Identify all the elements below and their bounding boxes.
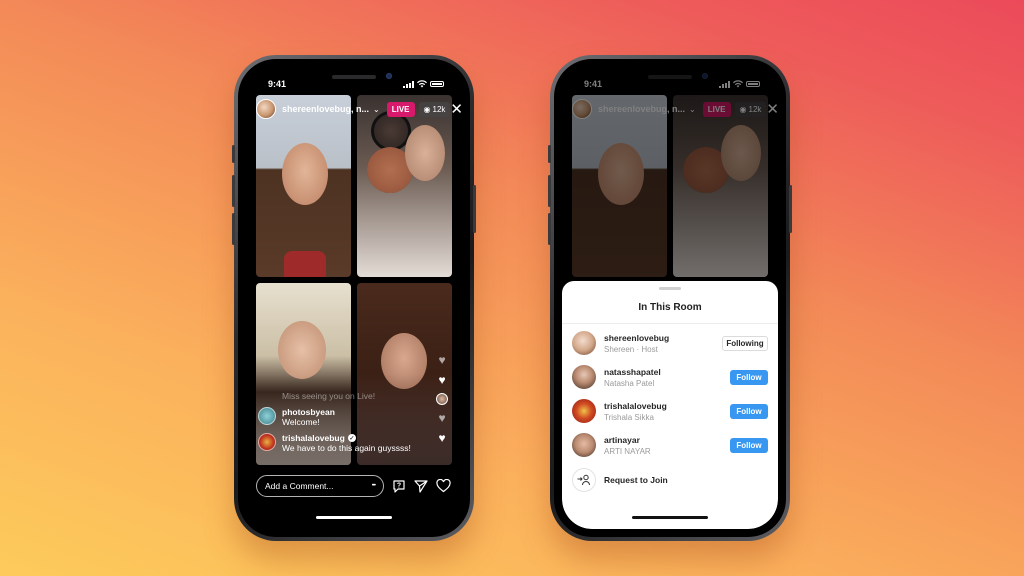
volume-up-button <box>548 175 551 207</box>
member-subtitle: Shereen · Host <box>604 344 658 354</box>
comment-text: We have to do this again guyssss! <box>282 443 411 453</box>
power-button <box>473 185 476 233</box>
send-icon[interactable] <box>414 478 428 494</box>
status-time: 9:41 <box>268 79 287 89</box>
host-avatar[interactable] <box>256 99 276 119</box>
member-list: shereenlovebug Shereen · Host Following … <box>562 326 778 462</box>
request-to-join-label: Request to Join <box>604 475 668 485</box>
sheet-title: In This Room <box>562 302 778 324</box>
more-options-icon[interactable]: ••• <box>372 483 376 489</box>
member-username[interactable]: shereenlovebug <box>604 333 722 343</box>
signal-icon <box>403 80 414 88</box>
comment-input[interactable]: Add a Comment... ••• <box>256 475 384 497</box>
eye-icon: ◉ <box>423 104 431 114</box>
participant-face <box>282 143 328 205</box>
member-row[interactable]: natasshapatel Natasha Patel Follow <box>562 360 778 394</box>
svg-text:?: ? <box>397 483 401 490</box>
commenter-avatar[interactable] <box>258 407 276 425</box>
comment-item: Miss seeing you on Live! <box>258 391 438 401</box>
heart-icon: ♥ <box>438 373 446 387</box>
follow-button[interactable]: Follow <box>730 403 768 419</box>
phone-bezel: 9:41 shereenlov <box>554 59 786 537</box>
chevron-down-icon[interactable]: ⌄ <box>373 105 380 114</box>
member-avatar[interactable] <box>572 365 596 389</box>
comment-text: Welcome! <box>282 417 320 427</box>
live-bottombar: Add a Comment... ••• ? <box>256 475 451 497</box>
member-subtitle: ARTI NAYAR <box>604 446 651 456</box>
reactor-avatar <box>436 393 448 405</box>
phone-room-view: 9:41 shereenlov <box>548 55 792 541</box>
comment-feed: Miss seeing you on Live! photosbyean Wel… <box>258 385 438 453</box>
request-join-icon <box>572 468 596 492</box>
phone-live-view: 9:41 shereenlovebug, n... ⌄ LIVE ◉ 12k ✕… <box>232 55 476 541</box>
mute-switch <box>548 145 551 163</box>
following-button[interactable]: Following <box>722 335 768 351</box>
comment-username[interactable]: photosbyean <box>282 407 335 417</box>
comment-item: trishalalovebug ✓ We have to do this agai… <box>258 433 438 453</box>
sheet-drag-handle[interactable] <box>659 287 681 290</box>
commenter-avatar[interactable] <box>258 433 276 451</box>
home-indicator[interactable] <box>316 516 392 519</box>
screen: 9:41 shereenlovebug, n... ⌄ LIVE ◉ 12k ✕… <box>246 67 462 529</box>
member-row[interactable]: shereenlovebug Shereen · Host Following <box>562 326 778 360</box>
volume-down-button <box>548 213 551 245</box>
member-username[interactable]: natasshapatel <box>604 367 730 377</box>
mute-switch <box>232 145 235 163</box>
member-username[interactable]: trishalalovebug <box>604 401 730 411</box>
close-icon[interactable]: ✕ <box>450 102 462 117</box>
member-row[interactable]: artinayar ARTI NAYAR Follow <box>562 428 778 462</box>
member-avatar[interactable] <box>572 331 596 355</box>
power-button <box>789 185 792 233</box>
member-avatar[interactable] <box>572 433 596 457</box>
heart-icon: ♥ <box>438 353 446 367</box>
verified-badge-icon: ✓ <box>347 434 356 442</box>
follow-button[interactable]: Follow <box>730 437 768 453</box>
member-row[interactable]: trishalalovebug Trishala Sikka Follow <box>562 394 778 428</box>
participant-face <box>405 125 445 181</box>
status-bar: 9:41 <box>246 77 462 93</box>
heart-icon[interactable] <box>436 478 451 494</box>
comment-item: photosbyean Welcome! <box>258 407 438 427</box>
member-username[interactable]: artinayar <box>604 435 730 445</box>
question-icon[interactable]: ? <box>392 478 406 494</box>
follow-button[interactable]: Follow <box>730 369 768 385</box>
comment-placeholder: Add a Comment... <box>265 481 334 491</box>
in-this-room-sheet: In This Room shereenlovebug Shereen · Ho… <box>562 281 778 529</box>
heart-icon: ♥ <box>438 431 446 445</box>
comment-text: Miss seeing you on Live! <box>282 391 376 401</box>
viewer-count-badge[interactable]: ◉ 12k <box>418 101 451 117</box>
live-badge: LIVE <box>386 101 415 117</box>
video-tile-guest-1[interactable] <box>357 95 452 277</box>
volume-up-button <box>232 175 235 207</box>
member-subtitle: Natasha Patel <box>604 378 655 388</box>
live-topbar: shereenlovebug, n... ⌄ LIVE ◉ 12k ✕ <box>256 97 462 121</box>
comment-username[interactable]: trishalalovebug ✓ <box>282 433 411 443</box>
reactions-stream: ♥ ♥ ♥ ♥ <box>436 353 448 445</box>
video-tile-host[interactable] <box>256 95 351 277</box>
home-indicator[interactable] <box>632 516 708 519</box>
member-avatar[interactable] <box>572 399 596 423</box>
shirt <box>284 251 326 277</box>
phone-bezel: 9:41 shereenlovebug, n... ⌄ LIVE ◉ 12k ✕… <box>238 59 470 537</box>
volume-down-button <box>232 213 235 245</box>
viewer-count: 12k <box>432 104 446 114</box>
request-to-join-row[interactable]: Request to Join <box>562 465 778 495</box>
heart-icon: ♥ <box>438 411 446 425</box>
screen: 9:41 shereenlov <box>562 67 778 529</box>
wifi-icon <box>417 80 427 88</box>
member-subtitle: Trishala Sikka <box>604 412 654 422</box>
battery-icon <box>430 81 444 87</box>
host-title[interactable]: shereenlovebug, n... <box>282 104 369 114</box>
